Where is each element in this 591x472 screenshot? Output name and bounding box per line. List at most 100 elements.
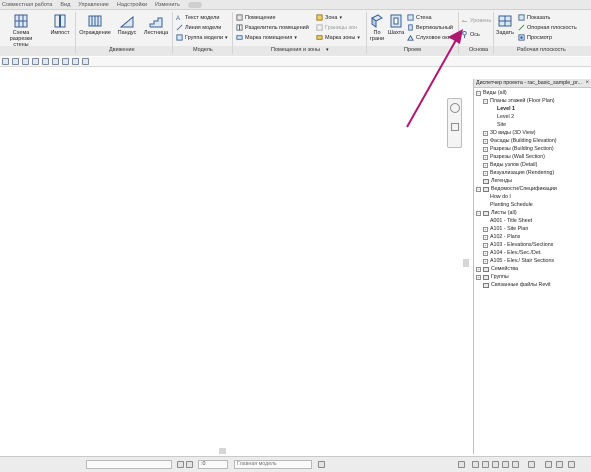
tree-item[interactable]: + Разрезы (Wall Section) (483, 153, 545, 161)
model-line-button[interactable]: Линия модели (176, 23, 221, 32)
tree-item[interactable]: − Виды (all) (476, 89, 507, 97)
model-group-button[interactable]: Группа модели ▾ (176, 33, 228, 42)
steering-wheel-icon[interactable] (450, 103, 460, 113)
tab-view[interactable]: Вид (60, 2, 70, 8)
tab-addins[interactable]: Надстройки (117, 2, 147, 8)
filter-selection-icon[interactable] (545, 461, 552, 468)
expand-icon[interactable]: + (483, 138, 488, 144)
wall-opening-button[interactable]: Стена (407, 13, 432, 22)
close-icon[interactable]: × (585, 80, 589, 86)
tree-item[interactable]: Level 1 (490, 105, 515, 113)
show-work-plane-button[interactable]: Показать (518, 13, 550, 22)
zoom-status-icon[interactable] (556, 461, 563, 468)
canvas-horizontal-scroll-thumb[interactable] (219, 448, 226, 454)
expand-icon[interactable]: + (483, 130, 488, 136)
design-option-selector[interactable]: Главная модель (234, 460, 312, 469)
expand-icon[interactable]: + (483, 258, 488, 264)
tag-icon[interactable] (52, 58, 59, 65)
railing-button[interactable]: Ограждение (78, 13, 112, 36)
by-face-button[interactable]: По грани (369, 13, 385, 42)
collapse-icon[interactable]: − (476, 210, 481, 216)
select-by-face-icon[interactable] (502, 461, 509, 468)
viewer-button[interactable]: Просмотр (518, 33, 552, 42)
tree-item[interactable]: + A105 - Elev./ Stair Sections (483, 257, 554, 265)
expand-icon[interactable]: + (483, 250, 488, 256)
drawing-canvas[interactable] (0, 68, 472, 454)
shaft-button[interactable]: Шахта (387, 13, 405, 36)
tree-item[interactable]: Site (490, 121, 506, 129)
canvas-vertical-scrollbar[interactable] (462, 80, 470, 454)
expand-icon[interactable]: + (476, 274, 481, 280)
tree-item[interactable]: + Группы (476, 273, 509, 281)
drag-elements-icon[interactable] (512, 461, 519, 468)
dormer-button[interactable]: Слуховое окно (407, 33, 454, 42)
collapse-icon[interactable]: − (476, 90, 481, 96)
tree-item[interactable]: − Планы этажей (Floor Plan) (483, 97, 555, 105)
select-pinned-icon[interactable] (492, 461, 499, 468)
model-text-button[interactable]: A Текст модели (176, 13, 219, 22)
select-links-icon[interactable] (472, 461, 479, 468)
select-underlay-icon[interactable] (482, 461, 489, 468)
tab-manage[interactable]: Управление (78, 2, 109, 8)
curtain-grid-button[interactable]: Схема разрезки стены (4, 13, 38, 48)
expand-icon[interactable]: + (483, 242, 488, 248)
background-processes-icon[interactable] (528, 461, 535, 468)
save-icon[interactable] (12, 58, 19, 65)
tab-toggle-pill[interactable] (187, 1, 202, 8)
tree-item[interactable]: Level 2 (490, 113, 514, 121)
tree-item[interactable]: + Фасады (Building Elevation) (483, 137, 557, 145)
tree-item[interactable]: + A101 - Site Plan (483, 225, 528, 233)
stair-button[interactable]: Лестница (142, 13, 170, 36)
vertical-opening-button[interactable]: Вертикальный (407, 23, 453, 32)
level-button[interactable]: Уровень (461, 16, 491, 25)
tree-item[interactable]: + A104 - Elev./Sec./Det. (483, 249, 542, 257)
tree-item[interactable]: + A102 - Plans (483, 233, 520, 241)
grid-button[interactable]: Ось (461, 30, 480, 39)
area-boundary-button[interactable]: Границы зон (316, 23, 357, 32)
set-work-plane-button[interactable]: Задать (496, 13, 514, 36)
expand-icon[interactable]: + (483, 234, 488, 240)
expand-icon[interactable]: + (483, 154, 488, 160)
expand-icon[interactable]: + (483, 162, 488, 168)
tree-item[interactable]: + A103 - Elevations/Sections (483, 241, 553, 249)
tree-item[interactable]: + Разрезы (Building Section) (483, 145, 554, 153)
section-icon[interactable] (82, 58, 89, 65)
text-icon[interactable] (62, 58, 69, 65)
expand-icon[interactable]: + (483, 170, 488, 176)
tree-item[interactable]: − Листы (all) (476, 209, 517, 217)
worksharing-icon[interactable] (458, 461, 465, 468)
editable-icon[interactable] (177, 461, 184, 468)
canvas-scroll-thumb[interactable] (463, 259, 469, 267)
tree-item[interactable]: Planting Schedule (483, 201, 533, 209)
mullion-button[interactable]: Импост (49, 13, 71, 36)
tab-collaborate[interactable]: Совместная работа (2, 2, 52, 8)
tree-item[interactable]: − Ведомости/Спецификации (476, 185, 557, 193)
ramp-button[interactable]: Пандус (114, 13, 140, 36)
collapse-icon[interactable]: − (483, 98, 488, 104)
tree-item[interactable]: Связанные файлы Revit (476, 281, 551, 289)
expand-icon[interactable]: + (483, 146, 488, 152)
tree-item[interactable]: + Семейства (476, 265, 518, 273)
tree-item[interactable]: Легенды (476, 177, 512, 185)
area-button[interactable]: Зона ▾ (316, 13, 342, 22)
collapse-icon[interactable]: − (476, 186, 481, 192)
tab-modify[interactable]: Изменить (155, 2, 180, 8)
workset-selector[interactable] (86, 460, 172, 469)
filter-icon[interactable] (186, 461, 193, 468)
tree-item[interactable]: +3D виды (3D View) (483, 129, 536, 137)
tree-item[interactable]: How do I (483, 193, 511, 201)
room-tag-button[interactable]: Марка помещения ▾ (236, 33, 297, 42)
tree-item[interactable]: + Визуализация (Rendering) (483, 169, 554, 177)
undo-icon[interactable] (22, 58, 29, 65)
expand-icon[interactable]: + (476, 266, 481, 272)
zoom-icon[interactable] (451, 123, 459, 131)
room-separator-button[interactable]: Разделитель помещений (236, 23, 309, 32)
status-filter-icon[interactable] (568, 461, 575, 468)
measure-icon[interactable] (42, 58, 49, 65)
open-icon[interactable] (2, 58, 9, 65)
tree-item[interactable]: A001 - Title Sheet (483, 217, 532, 225)
redo-icon[interactable] (32, 58, 39, 65)
view-3d-icon[interactable] (72, 58, 79, 65)
area-tag-button[interactable]: Марка зоны ▾ (316, 33, 360, 42)
room-button[interactable]: Помещение (236, 13, 276, 22)
